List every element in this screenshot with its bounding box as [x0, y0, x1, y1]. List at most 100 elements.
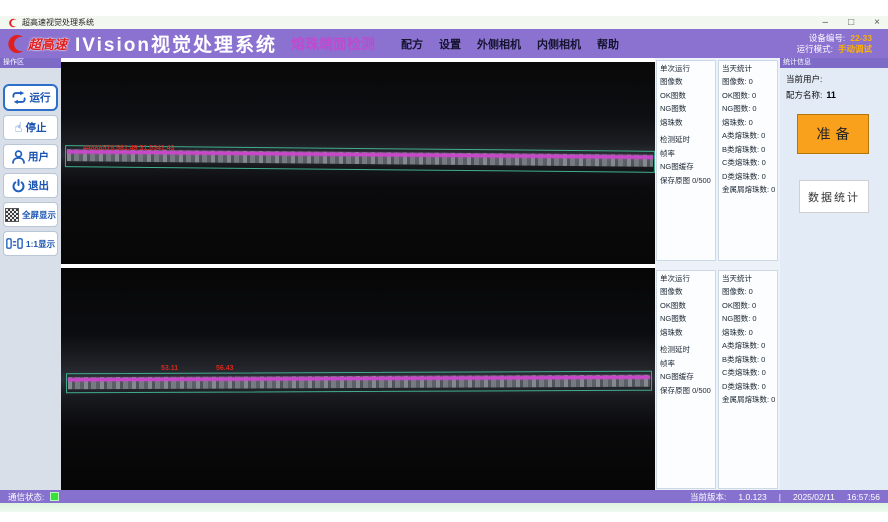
- run-button[interactable]: 运行: [3, 84, 58, 111]
- stats-row: 检测延时: [657, 133, 715, 147]
- statusbar-separator: |: [779, 492, 781, 502]
- version-value: 1.0.123: [738, 492, 766, 502]
- minimize-button[interactable]: –: [823, 18, 829, 28]
- stats-panel-top: 单次运行 图像数OK图数NG图数熔珠数检测延时帧率NG图缓存保存原图 0/500…: [655, 58, 780, 263]
- comm-status-label: 通信状态:: [8, 491, 44, 503]
- device-id-label: 设备编号:: [809, 33, 845, 43]
- stats-row: 金属屑熔珠数: 0: [719, 393, 777, 407]
- stats-panel-bottom: 单次运行 图像数OK图数NG图数熔珠数检测延时帧率NG图缓存保存原图 0/500…: [655, 268, 780, 491]
- window-title: 超高速视觉处理系统: [22, 17, 94, 28]
- stats-row: 图像数: [657, 285, 715, 299]
- run-stats-box: 单次运行 图像数OK图数NG图数熔珠数检测延时帧率NG图缓存保存原图 0/500: [656, 60, 716, 261]
- page-subtitle: 熔珠端面检测: [291, 34, 375, 54]
- time-value: 16:57:56: [847, 492, 880, 502]
- stats-row: 图像数: [657, 75, 715, 89]
- date-value: 2025/02/11: [793, 492, 835, 502]
- recipe-name-label: 配方名称:: [786, 89, 822, 101]
- stats-row: 熔珠数: [657, 326, 715, 340]
- stats-row: C类熔珠数: 0: [719, 366, 777, 380]
- one-to-one-icon: [6, 237, 23, 250]
- operation-sidebar: 操作区 运行 ☝ 停止: [0, 58, 61, 490]
- stats-row: OK图数: [657, 299, 715, 313]
- dither-grid-icon: [5, 208, 19, 222]
- stats-row: B类熔珠数: 0: [719, 143, 777, 157]
- today-stats-title: 当天统计: [719, 271, 777, 285]
- today-stats-box: 当天统计 图像数: 0OK图数: 0NG图数: 0熔珠数: 0A类熔珠数: 0B…: [718, 60, 778, 261]
- crescent-logo-icon: [4, 33, 26, 55]
- stats-row: 熔珠数: [657, 116, 715, 130]
- one-to-one-button[interactable]: 1:1显示: [3, 231, 58, 256]
- stats-row: B类熔珠数: 0: [719, 353, 777, 367]
- stats-row: 金属屑熔珠数: 0: [719, 183, 777, 197]
- version-label: 当前版本:: [690, 491, 726, 503]
- stats-row: 保存原图 0/500: [657, 174, 715, 188]
- menu-item[interactable]: 设置: [439, 36, 461, 52]
- maximize-button[interactable]: □: [848, 18, 854, 28]
- stats-row: A类熔珠数: 0: [719, 129, 777, 143]
- run-stats-title: 单次运行: [657, 61, 715, 75]
- stats-row: 保存原图 0/500: [657, 384, 715, 398]
- comm-status-indicator: [50, 492, 59, 501]
- close-button[interactable]: ×: [874, 18, 880, 28]
- recipe-name-value: 11: [826, 90, 836, 100]
- measurement-annotation: 44888579.581.49 31.5341.49: [83, 145, 174, 152]
- run-mode-value: 手动调试: [838, 44, 872, 54]
- prepare-button[interactable]: 准备: [797, 114, 869, 154]
- stats-row: NG图数: [657, 102, 715, 116]
- stats-row: NG图缓存: [657, 370, 715, 384]
- stats-row: NG图缓存: [657, 160, 715, 174]
- device-id-value: 22-33: [850, 33, 872, 43]
- brand-title: IVision视觉处理系统: [75, 30, 277, 57]
- stats-row: OK图数: [657, 89, 715, 103]
- fullscreen-button[interactable]: 全屏显示: [3, 202, 58, 227]
- exit-button[interactable]: 退出: [3, 173, 58, 198]
- app-icon: [8, 18, 18, 28]
- outer-camera-view[interactable]: 44888579.581.49 31.5341.49: [61, 62, 655, 264]
- menu-item[interactable]: 外侧相机: [477, 36, 521, 52]
- sidebar-title: 操作区: [0, 58, 61, 68]
- stats-row: 熔珠数: 0: [719, 116, 777, 130]
- main-menu: 配方设置外侧相机内侧相机帮助: [401, 36, 619, 52]
- stop-button[interactable]: ☝ 停止: [3, 115, 58, 140]
- hand-pointer-icon: ☝: [15, 121, 23, 134]
- application-window: 超高速视觉处理系统 – □ × 超高速 IVision视觉处理系统 熔珠端面检测…: [0, 0, 888, 522]
- menu-item[interactable]: 帮助: [597, 36, 619, 52]
- inner-camera-view[interactable]: 53.11 56.43: [61, 268, 655, 490]
- measurement-label: 56.43: [216, 365, 234, 372]
- stats-row: 图像数: 0: [719, 75, 777, 89]
- cycle-arrows-icon: [11, 90, 27, 105]
- today-stats-box: 当天统计 图像数: 0OK图数: 0NG图数: 0熔珠数: 0A类熔珠数: 0B…: [718, 270, 778, 489]
- measurement-label: 53.11: [161, 365, 178, 372]
- stats-row: 检测延时: [657, 343, 715, 357]
- user-button[interactable]: 用户: [3, 144, 58, 169]
- stats-row: 帧率: [657, 357, 715, 371]
- statusbar: 通信状态: 当前版本: 1.0.123 | 2025/02/11 16:57:5…: [0, 490, 888, 503]
- data-statistics-button[interactable]: 数据统计: [799, 180, 869, 213]
- stats-row: OK图数: 0: [719, 299, 777, 313]
- info-panel-title: 统计信息: [780, 58, 888, 68]
- run-stats-box: 单次运行 图像数OK图数NG图数熔珠数检测延时帧率NG图缓存保存原图 0/500: [656, 270, 716, 489]
- today-stats-title: 当天统计: [719, 61, 777, 75]
- logo-text: 超高速: [28, 34, 67, 53]
- statistics-column: 单次运行 图像数OK图数NG图数熔珠数检测延时帧率NG图缓存保存原图 0/500…: [655, 58, 780, 490]
- measurement-labels: 53.11 56.43: [61, 268, 655, 490]
- power-icon: [12, 179, 25, 193]
- stats-row: A类熔珠数: 0: [719, 339, 777, 353]
- stats-row: 图像数: 0: [719, 285, 777, 299]
- titlebar: 超高速视觉处理系统 – □ ×: [0, 16, 888, 29]
- run-mode-label: 运行模式:: [797, 44, 833, 54]
- menu-item[interactable]: 内侧相机: [537, 36, 581, 52]
- person-icon: [12, 150, 25, 164]
- info-panel: 统计信息 当前用户: 配方名称: 11 准备 数据统计: [780, 58, 888, 490]
- stats-row: C类熔珠数: 0: [719, 156, 777, 170]
- menu-item[interactable]: 配方: [401, 36, 423, 52]
- stats-row: NG图数: [657, 312, 715, 326]
- device-info: 设备编号: 22-33 运行模式: 手动调试: [797, 33, 878, 54]
- stats-row: NG图数: 0: [719, 102, 777, 116]
- brand-logo: 超高速: [4, 33, 67, 55]
- stats-row: NG图数: 0: [719, 312, 777, 326]
- stats-row: OK图数: 0: [719, 89, 777, 103]
- current-user-label: 当前用户:: [786, 73, 822, 85]
- stats-row: D类熔珠数: 0: [719, 380, 777, 394]
- taskbar-strip: [0, 503, 888, 512]
